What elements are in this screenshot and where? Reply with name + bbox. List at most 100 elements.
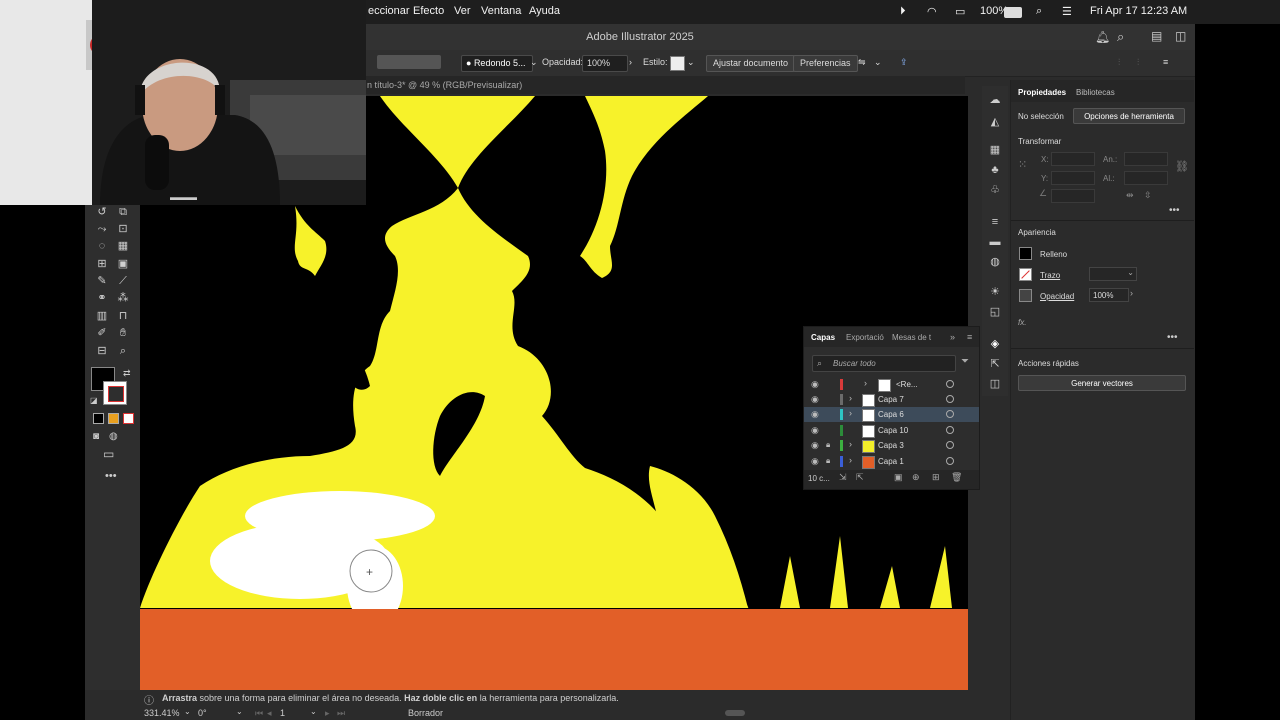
tab-artboards[interactable]: Mesas de t: [892, 333, 931, 342]
screen-mode-icon[interactable]: ▭: [103, 447, 114, 461]
eye-icon[interactable]: ◉: [811, 394, 819, 405]
image-trace-icon[interactable]: ◭: [989, 116, 1001, 128]
gradient-mode-icon[interactable]: [108, 413, 119, 424]
height-input[interactable]: [1124, 171, 1168, 185]
layers-search-input[interactable]: ⌕ Buscar todo: [812, 355, 956, 372]
chevron-right-icon[interactable]: ›: [1130, 288, 1133, 298]
x-input[interactable]: [1051, 152, 1095, 166]
menu-help[interactable]: Ayuda: [529, 5, 560, 17]
bell-icon[interactable]: 🔔︎: [1095, 30, 1110, 44]
measure-icon[interactable]: ⟋: [116, 274, 130, 288]
layer-row[interactable]: ◉ › <Re...: [804, 377, 979, 392]
target-icon[interactable]: [946, 395, 954, 403]
width-input[interactable]: [1124, 152, 1168, 166]
draw-mode-icon[interactable]: ◙: [93, 431, 99, 442]
libraries-icon[interactable]: ▦: [989, 144, 1001, 156]
chevron-right-icon[interactable]: ›: [849, 393, 852, 403]
default-colors-icon[interactable]: ◪: [90, 396, 98, 405]
more-options-icon[interactable]: •••: [1167, 332, 1178, 343]
next-artboard-icon[interactable]: ▸: [325, 708, 330, 719]
tab-properties[interactable]: Propiedades: [1018, 88, 1066, 97]
stroke-icon[interactable]: ≡: [989, 216, 1001, 228]
eye-icon[interactable]: ◉: [811, 409, 819, 420]
brushes-icon[interactable]: ♧: [989, 184, 1001, 196]
export-icon[interactable]: ⇱: [856, 472, 864, 483]
fx-button[interactable]: fx.: [1018, 318, 1026, 327]
prev-artboard-icon[interactable]: ◂: [267, 708, 272, 719]
panel-menu-icon[interactable]: ≡: [1163, 55, 1168, 70]
chevron-down-icon[interactable]: ⌄: [530, 55, 538, 70]
new-layer-icon[interactable]: ⊞: [932, 472, 940, 483]
eye-icon[interactable]: ◉: [811, 425, 819, 436]
width-tool-icon[interactable]: ⤳: [95, 222, 109, 236]
chevron-right-icon[interactable]: ›: [629, 55, 632, 70]
adobe-cloud-icon[interactable]: ☁: [989, 94, 1001, 106]
layer-row-selected[interactable]: ◉ › Capa 6: [804, 407, 979, 422]
stroke-weight-input[interactable]: ⌄: [1089, 267, 1137, 281]
slice-tool-icon[interactable]: ✐: [95, 326, 109, 340]
link-icon[interactable]: ⛓︎: [1175, 160, 1189, 173]
draw-behind-icon[interactable]: ◍: [109, 431, 118, 442]
layer-row[interactable]: ◉ › Capa 7: [804, 392, 979, 407]
graph-tool-icon[interactable]: ▥: [95, 309, 109, 323]
menu-effect[interactable]: Efecto: [413, 5, 444, 17]
stroke-swatch[interactable]: [1019, 268, 1032, 281]
gradient-tool-icon[interactable]: ▣: [116, 257, 130, 271]
symbols-icon[interactable]: ♣: [989, 164, 1001, 176]
artboards-icon[interactable]: ◫: [989, 378, 1001, 390]
distribute-icon[interactable]: ⫶: [1137, 55, 1139, 70]
eye-icon[interactable]: ◉: [811, 379, 819, 390]
shape-builder-icon[interactable]: ◌: [95, 239, 109, 253]
brush-select[interactable]: ● Redondo 5...: [461, 55, 533, 72]
panel-toggle-icon[interactable]: ◫: [1175, 29, 1186, 43]
wifi-icon[interactable]: ◠: [927, 5, 937, 18]
eye-icon[interactable]: ◉: [811, 440, 819, 451]
none-mode-icon[interactable]: [123, 413, 134, 424]
more-tools-icon[interactable]: •••: [105, 470, 117, 482]
tab-export[interactable]: Exportació: [846, 333, 884, 342]
eye-icon[interactable]: ◉: [811, 456, 819, 467]
help-icon[interactable]: ⓘ: [144, 692, 154, 707]
reference-point-icon[interactable]: ⁙: [1018, 158, 1027, 171]
rotate-tool-icon[interactable]: ↺: [95, 205, 109, 219]
rotate-view[interactable]: 0°: [198, 708, 207, 718]
blend-tool-icon[interactable]: ⚭: [95, 291, 109, 305]
angle-input[interactable]: [1051, 189, 1095, 203]
panel-menu-icon[interactable]: ≡: [967, 332, 972, 342]
display-icon[interactable]: ▭: [955, 5, 965, 18]
tab-libraries[interactable]: Bibliotecas: [1076, 88, 1115, 97]
target-icon[interactable]: [946, 426, 954, 434]
new-sublayer-icon[interactable]: ⊕: [912, 472, 920, 483]
share-icon[interactable]: ⇪: [900, 55, 908, 70]
chevron-right-icon[interactable]: ›: [849, 455, 852, 465]
scale-tool-icon[interactable]: ⧉: [116, 205, 130, 219]
filter-icon[interactable]: ⏷: [961, 356, 969, 367]
artboard-number[interactable]: 1: [280, 708, 285, 718]
spotlight-search-icon[interactable]: ⌕: [1036, 5, 1042, 18]
angle-icon[interactable]: ∠: [1039, 188, 1047, 199]
chevron-down-icon[interactable]: ⌄: [310, 707, 317, 716]
target-icon[interactable]: [946, 380, 954, 388]
arrange-icon[interactable]: ⇋: [858, 55, 866, 70]
artboard-tool-icon[interactable]: ⊓: [116, 309, 130, 323]
workspace-icon[interactable]: ▤: [1151, 29, 1162, 43]
stroke-weight-field[interactable]: [377, 55, 441, 69]
control-center-icon[interactable]: ☰: [1062, 5, 1072, 18]
collect-export-icon[interactable]: ⇲: [839, 472, 847, 483]
target-icon[interactable]: [946, 441, 954, 449]
stroke-swatch[interactable]: [103, 381, 127, 405]
tool-options-button[interactable]: Opciones de herramienta: [1073, 108, 1185, 124]
fill-swatch[interactable]: [1019, 247, 1032, 260]
mesh-tool-icon[interactable]: ⊞: [95, 257, 109, 271]
gradient-icon[interactable]: ▬: [989, 236, 1001, 248]
zoom-tool-icon[interactable]: ⌕: [116, 344, 130, 358]
free-transform-icon[interactable]: ⊡: [116, 222, 130, 236]
battery-icon[interactable]: [1004, 7, 1022, 18]
menu-window[interactable]: Ventana: [481, 5, 521, 17]
layer-row[interactable]: ◉ Capa 10: [804, 423, 979, 438]
search-icon[interactable]: ⌕: [1117, 29, 1124, 45]
asset-export-icon[interactable]: ⇱: [989, 358, 1001, 370]
menu-view[interactable]: Ver: [454, 5, 471, 17]
last-artboard-icon[interactable]: ⏭: [337, 708, 345, 719]
stroke-label[interactable]: Trazo: [1040, 271, 1060, 280]
